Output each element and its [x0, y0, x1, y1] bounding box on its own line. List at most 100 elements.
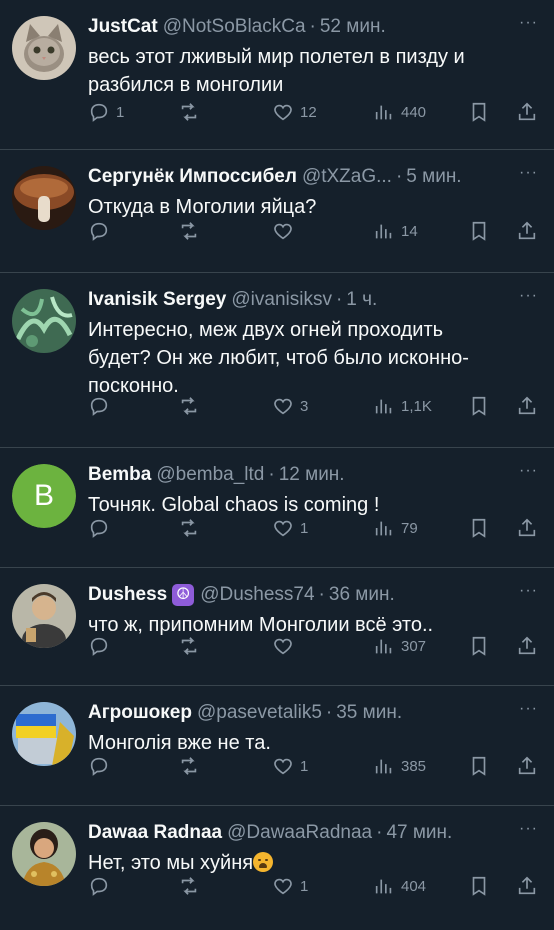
retweet-button[interactable] [178, 635, 200, 657]
views-button[interactable]: 1,1K [373, 395, 432, 417]
timestamp[interactable]: 52 мин. [320, 14, 386, 40]
more-icon[interactable]: ··· [519, 164, 538, 182]
views-button[interactable]: 404 [373, 875, 426, 897]
more-icon[interactable]: ··· [519, 462, 538, 480]
author-name[interactable]: Сергунёк Импоссибел [88, 164, 297, 190]
more-icon[interactable]: ··· [519, 820, 538, 838]
avatar[interactable] [12, 16, 76, 80]
share-button[interactable] [516, 755, 538, 777]
reply-button[interactable] [88, 755, 110, 777]
like-button[interactable] [272, 220, 294, 242]
bookmark-button[interactable] [468, 395, 490, 417]
author-name[interactable]: Bemba [88, 462, 151, 488]
retweet-button[interactable] [178, 517, 200, 539]
more-icon[interactable]: ··· [519, 14, 538, 32]
share-icon [518, 636, 536, 655]
timestamp[interactable]: 5 мин. [406, 164, 461, 190]
retweet-button[interactable] [178, 875, 200, 897]
author-handle[interactable]: @NotSoBlackCa [163, 14, 306, 40]
tweet[interactable]: Сергунёк Импоссибел @tXZaG... · 5 мин. ·… [0, 150, 554, 273]
tweet[interactable]: Агрошокер @pasevetalik5 · 35 мин. ··· Мо… [0, 686, 554, 806]
avatar[interactable] [12, 822, 76, 886]
like-button[interactable]: 3 [272, 395, 308, 417]
tweet-header: Dawaa Radnaa @DawaaRadnaa · 47 мин. [88, 820, 538, 846]
author-handle[interactable]: @pasevetalik5 [197, 700, 322, 726]
bookmark-icon [472, 636, 486, 656]
tweet[interactable]: Ivanisik Sergey @ivanisiksv · 1 ч. ··· И… [0, 273, 554, 448]
avatar[interactable] [12, 702, 76, 766]
timestamp[interactable]: 35 мин. [336, 700, 402, 726]
bookmark-button[interactable] [468, 635, 490, 657]
views-count: 404 [401, 877, 427, 895]
woman-avatar-icon [12, 822, 76, 886]
retweet-button[interactable] [178, 101, 200, 123]
avatar[interactable]: B [12, 464, 76, 528]
author-handle[interactable]: @Dushess74 [200, 582, 314, 608]
views-button[interactable]: 307 [373, 635, 426, 657]
avatar[interactable] [12, 289, 76, 353]
share-button[interactable] [516, 517, 538, 539]
views-count: 79 [401, 519, 418, 537]
more-icon[interactable]: ··· [519, 287, 538, 305]
bookmark-button[interactable] [468, 875, 490, 897]
reply-button[interactable] [88, 875, 110, 897]
views-button[interactable]: 79 [373, 517, 418, 539]
avatar[interactable] [12, 584, 76, 648]
author-name[interactable]: Ivanisik Sergey [88, 287, 226, 313]
reply-button[interactable] [88, 635, 110, 657]
bookmark-button[interactable] [468, 220, 490, 242]
share-button[interactable] [516, 101, 538, 123]
share-button[interactable] [516, 220, 538, 242]
views-button[interactable]: 440 [373, 101, 426, 123]
more-icon[interactable]: ··· [519, 582, 538, 600]
bookmark-icon [472, 221, 486, 241]
like-button[interactable]: 1 [272, 755, 308, 777]
views-button[interactable]: 14 [373, 220, 418, 242]
author-name[interactable]: Агрошокер [88, 700, 192, 726]
timestamp[interactable]: 36 мин. [329, 582, 395, 608]
timestamp[interactable]: 47 мин. [386, 820, 452, 846]
reply-button[interactable] [88, 517, 110, 539]
like-button[interactable]: 1 [272, 875, 308, 897]
share-button[interactable] [516, 635, 538, 657]
cat-avatar-icon [12, 16, 76, 80]
author-name[interactable]: JustCat [88, 14, 158, 40]
author-handle[interactable]: @ivanisiksv [231, 287, 332, 313]
retweet-button[interactable] [178, 395, 200, 417]
like-icon [274, 398, 292, 415]
tweet-text: что ж, припомним Монголии всё это.. [88, 614, 434, 636]
timestamp[interactable]: 12 мин. [279, 462, 345, 488]
retweet-button[interactable] [178, 220, 200, 242]
views-button[interactable]: 385 [373, 755, 426, 777]
tweet[interactable]: B Bemba @bemba_ltd · 12 мин. ··· Точняк.… [0, 448, 554, 568]
retweet-button[interactable] [178, 755, 200, 777]
author-name[interactable]: Dawaa Radnaa [88, 820, 222, 846]
reply-button[interactable] [88, 220, 110, 242]
bookmark-button[interactable] [468, 517, 490, 539]
tweet-text: Монголія вже не та. [88, 732, 271, 754]
views-count: 385 [401, 757, 427, 775]
like-button[interactable]: 1 [272, 517, 308, 539]
bookmark-button[interactable] [468, 101, 490, 123]
like-button[interactable]: 12 [272, 101, 317, 123]
author-handle[interactable]: @DawaaRadnaa [227, 820, 372, 846]
reply-button[interactable]: 1 [88, 101, 124, 123]
tweet[interactable]: Dawaa Radnaa @DawaaRadnaa · 47 мин. ··· … [0, 806, 554, 930]
reply-button[interactable] [88, 395, 110, 417]
author-handle[interactable]: @tXZaG... [302, 164, 392, 190]
more-icon[interactable]: ··· [519, 700, 538, 718]
avatar[interactable] [12, 166, 76, 230]
tweet[interactable]: JustCat @NotSoBlackCa · 52 мин. ··· весь… [0, 0, 554, 150]
separator: · [335, 289, 343, 310]
tweet-body: Сергунёк Импоссибел @tXZaG... · 5 мин. ·… [88, 164, 538, 221]
like-button[interactable] [272, 635, 294, 657]
views-icon [375, 224, 392, 239]
bookmark-button[interactable] [468, 755, 490, 777]
tweet-header: Dushess ☮ @Dushess74 · 36 мин. [88, 582, 538, 608]
tweet[interactable]: Dushess ☮ @Dushess74 · 36 мин. ··· что ж… [0, 568, 554, 686]
share-button[interactable] [516, 875, 538, 897]
author-handle[interactable]: @bemba_ltd [156, 462, 264, 488]
timestamp[interactable]: 1 ч. [346, 287, 377, 313]
author-name[interactable]: Dushess [88, 582, 167, 608]
share-button[interactable] [516, 395, 538, 417]
